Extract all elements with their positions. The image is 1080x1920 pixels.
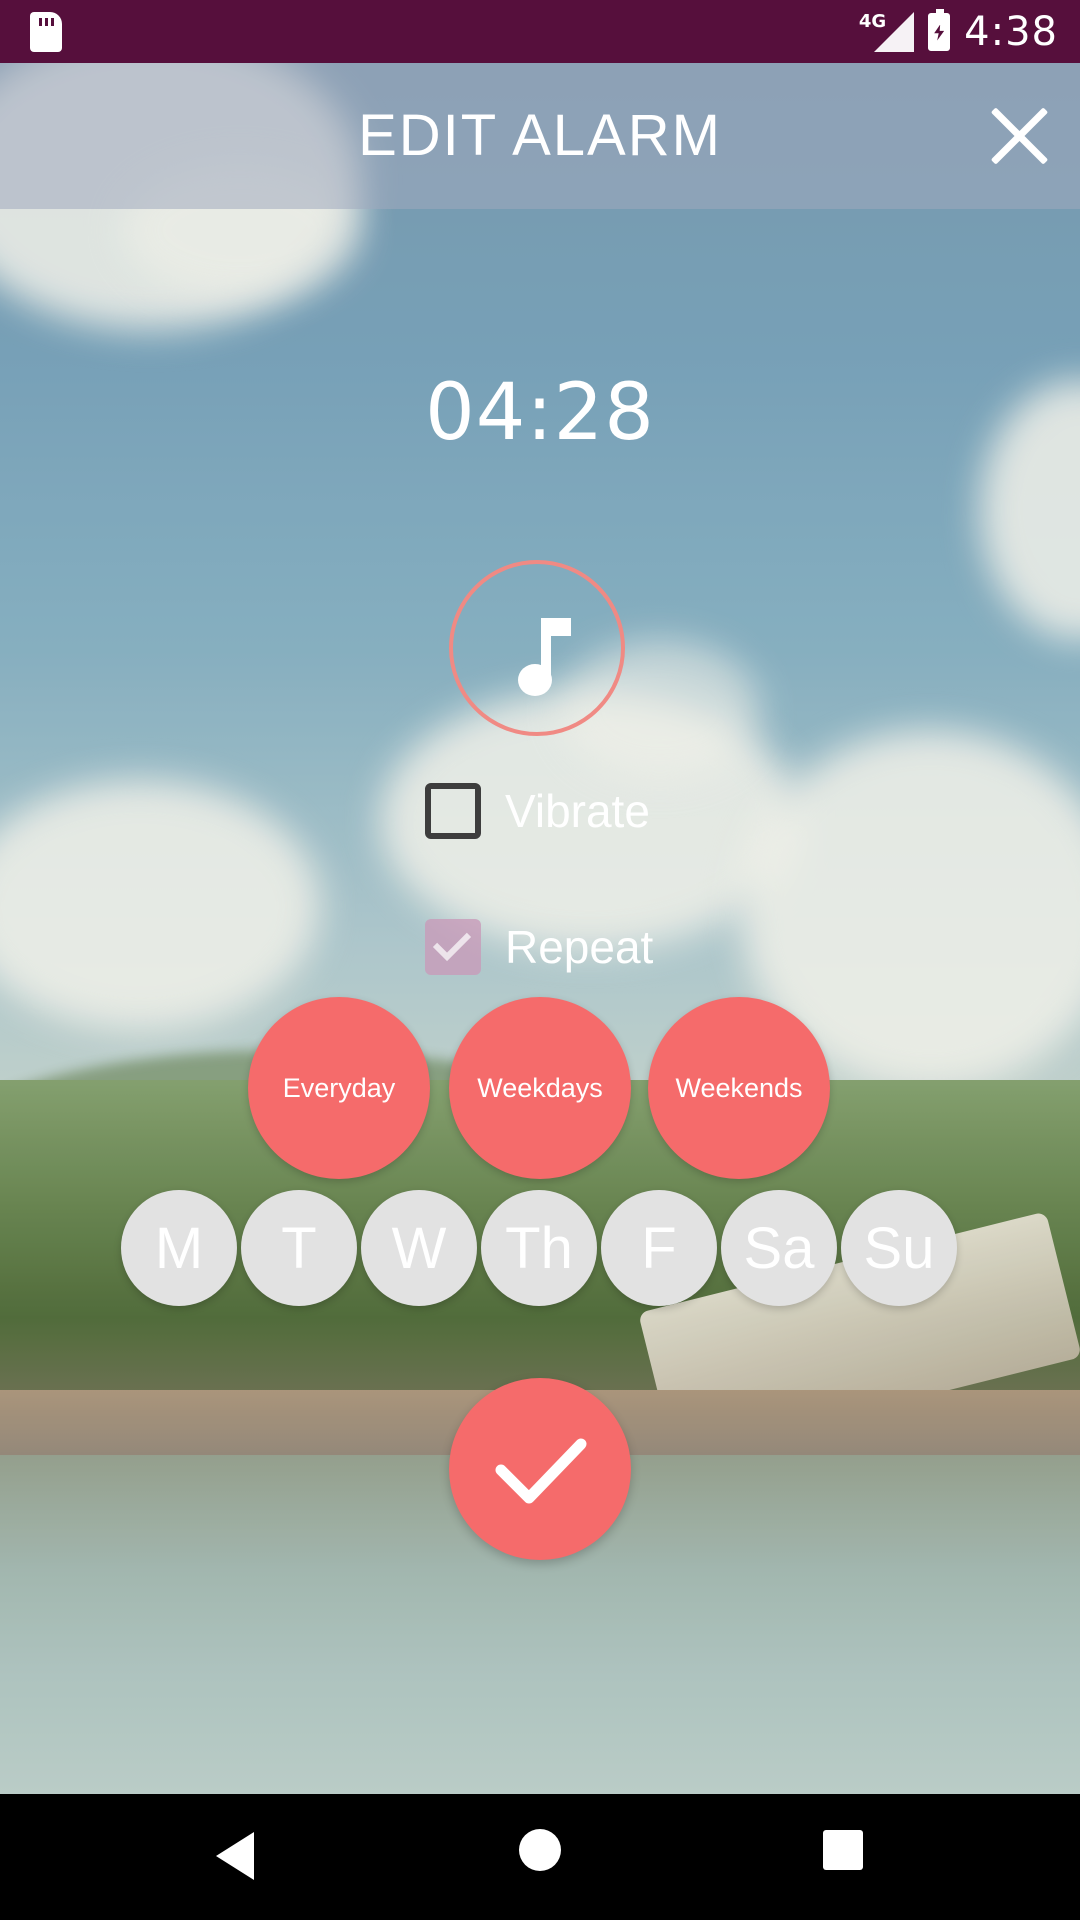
repeat-checkbox[interactable]: [425, 919, 481, 975]
close-icon[interactable]: [986, 103, 1052, 169]
day-saturday-button[interactable]: Sa: [721, 1190, 837, 1306]
repeat-row[interactable]: Repeat: [425, 919, 653, 975]
vibrate-row[interactable]: Vibrate: [425, 783, 650, 839]
battery-charging-icon: [928, 8, 951, 51]
preset-weekdays-button[interactable]: Weekdays: [449, 997, 631, 1179]
status-time: 4:38: [964, 8, 1058, 55]
navigation-bar: [0, 1794, 1080, 1920]
recents-icon[interactable]: [823, 1830, 863, 1870]
day-thursday-button[interactable]: Th: [481, 1190, 597, 1306]
preset-weekends-button[interactable]: Weekends: [648, 997, 830, 1179]
signal-icon: [874, 11, 915, 52]
vibrate-checkbox[interactable]: [425, 783, 481, 839]
checkmark-icon: [495, 1438, 587, 1504]
repeat-label: Repeat: [505, 921, 654, 973]
music-note-icon: [518, 618, 571, 696]
preset-everyday-button[interactable]: Everyday: [248, 997, 430, 1179]
home-icon[interactable]: [519, 1829, 561, 1871]
status-icons: 4G 4:38: [859, 8, 1058, 55]
sd-card-icon: [30, 11, 62, 52]
status-bar: 4G 4:38: [0, 0, 1080, 63]
day-monday-button[interactable]: M: [121, 1190, 237, 1306]
day-sunday-button[interactable]: Su: [841, 1190, 957, 1306]
confirm-button[interactable]: [449, 1378, 631, 1560]
back-icon[interactable]: [216, 1832, 254, 1880]
sound-picker-button[interactable]: [449, 560, 625, 736]
day-tuesday-button[interactable]: T: [241, 1190, 357, 1306]
alarm-time[interactable]: 04:28: [0, 368, 1080, 458]
app-header: EDIT ALARM: [0, 63, 1080, 209]
day-friday-button[interactable]: F: [601, 1190, 717, 1306]
page-title: EDIT ALARM: [358, 103, 722, 168]
day-wednesday-button[interactable]: W: [361, 1190, 477, 1306]
vibrate-label: Vibrate: [505, 785, 650, 837]
